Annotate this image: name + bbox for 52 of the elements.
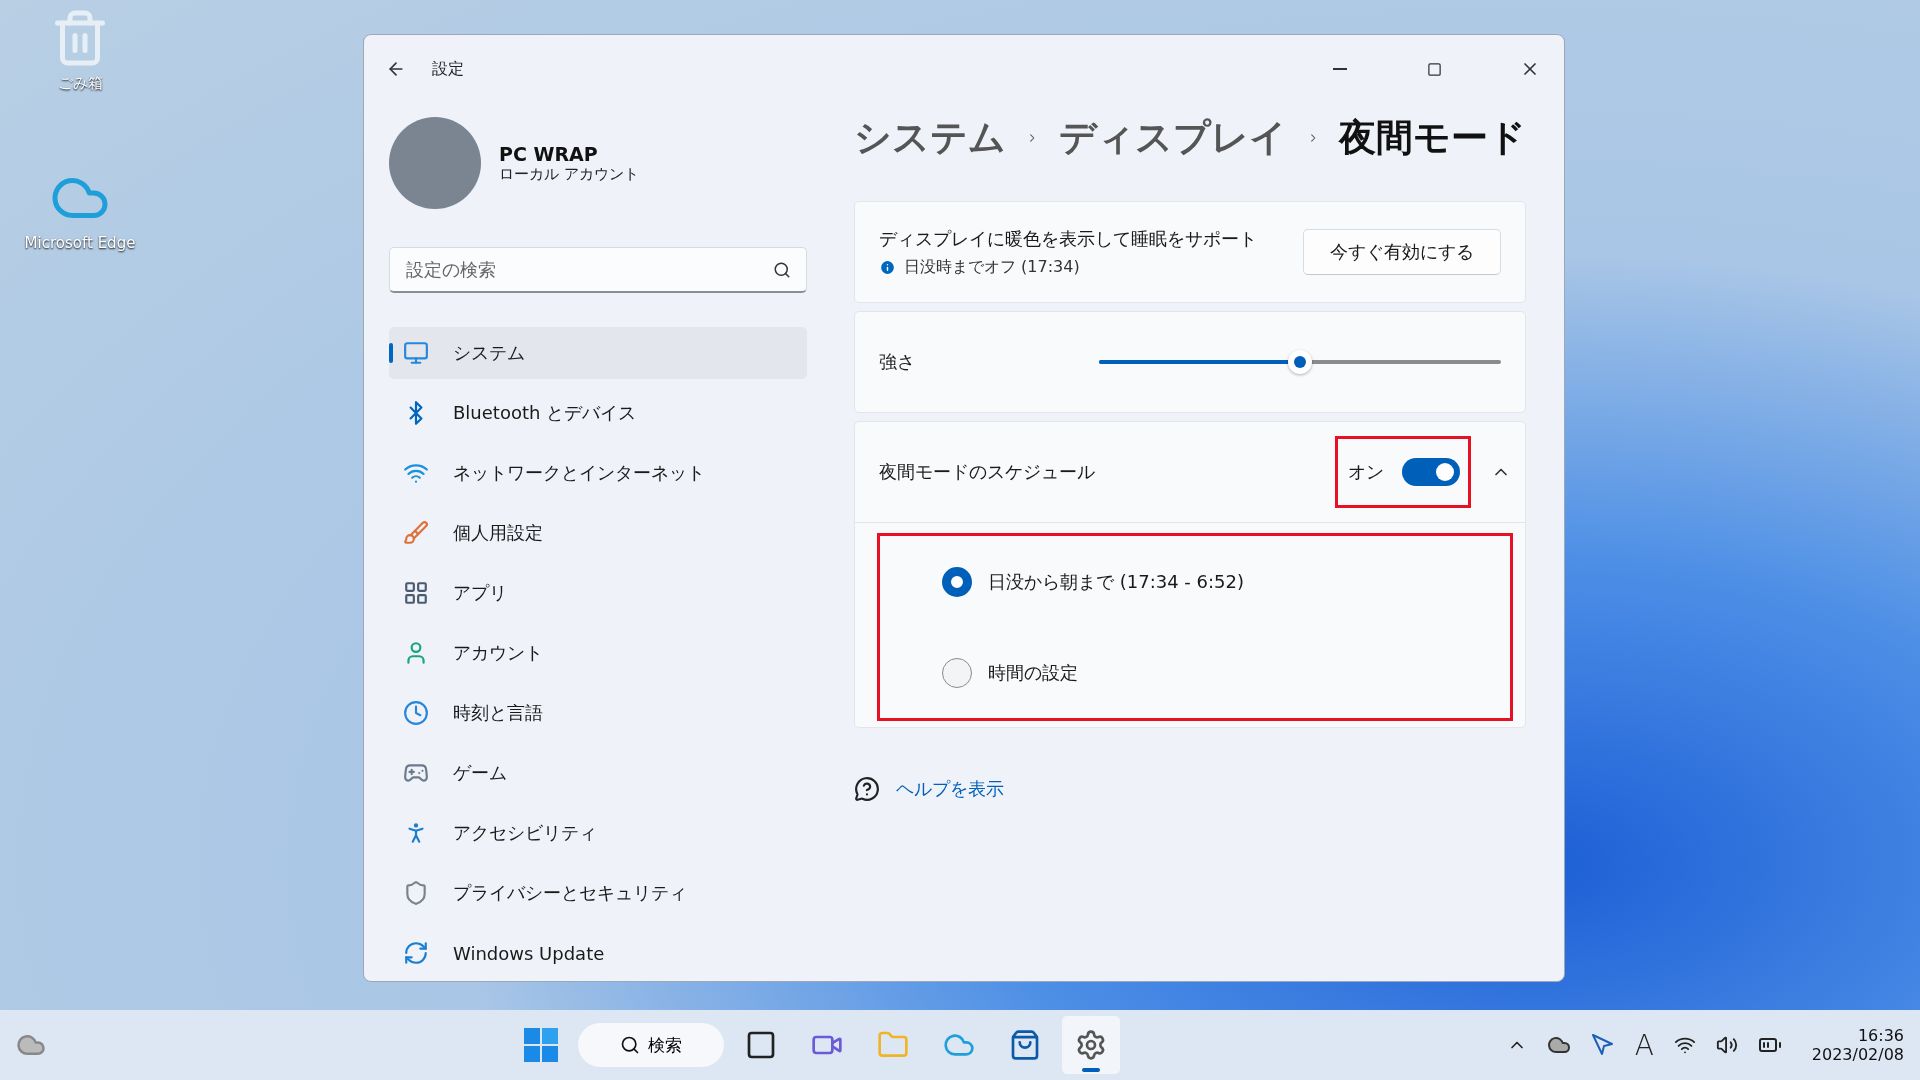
schedule-toggle[interactable]	[1402, 458, 1460, 486]
slider-thumb[interactable]	[1288, 350, 1312, 374]
sidebar-item[interactable]: アカウント	[389, 627, 807, 679]
search-icon	[773, 261, 791, 279]
minimize-icon	[1332, 68, 1347, 70]
apps-icon	[403, 580, 429, 606]
window-title: 設定	[432, 58, 465, 80]
personalize-icon	[403, 520, 429, 546]
radio-label[interactable]: 日没から朝まで (17:34 - 6:52)	[988, 569, 1244, 594]
card-title: ディスプレイに暖色を表示して睡眠をサポート	[879, 226, 1257, 251]
sidebar-item[interactable]: システム	[389, 327, 807, 379]
taskbar-app-button[interactable]	[1062, 1016, 1121, 1074]
taskbar-search-button[interactable]: 検索	[578, 1023, 725, 1067]
sidebar-item[interactable]: Windows Update	[389, 927, 807, 979]
windows-logo-icon	[524, 1028, 559, 1062]
info-icon	[879, 258, 896, 276]
search-field[interactable]: 設定の検索	[389, 247, 807, 293]
breadcrumb-item[interactable]: システム	[854, 113, 1006, 163]
volume-icon[interactable]	[1715, 1034, 1738, 1056]
sidebar-item[interactable]: アクセシビリティ	[389, 807, 807, 859]
clock-time[interactable]: 16:36	[1857, 1026, 1904, 1045]
help-icon	[854, 776, 880, 802]
sidebar-item[interactable]: 時刻と言語	[389, 687, 807, 739]
turn-on-now-button[interactable]: 今すぐ有効にする	[1303, 229, 1501, 275]
strength-slider[interactable]	[1099, 350, 1501, 374]
strength-label: 強さ	[879, 350, 915, 374]
radio-label[interactable]: 時間の設定	[988, 660, 1078, 685]
schedule-label: 夜間モードのスケジュール	[879, 460, 1095, 484]
sidebar-item[interactable]: プライバシーとセキュリティ	[389, 867, 807, 919]
radio-button[interactable]	[942, 566, 972, 597]
radio-button[interactable]	[942, 657, 972, 688]
toggle-state-label: オン	[1348, 460, 1384, 484]
sidebar-item[interactable]: 個人用設定	[389, 507, 807, 559]
profile-name: PC WRAP	[499, 142, 599, 165]
search-icon	[620, 1035, 641, 1055]
sidebar-item[interactable]: ネットワークとインターネット	[389, 447, 807, 499]
breadcrumb-item[interactable]: ディスプレイ	[1058, 113, 1287, 163]
account-type: ローカル アカウント	[499, 164, 639, 184]
sidebar-item[interactable]: Bluetooth とデバイス	[389, 387, 807, 439]
sidebar-item[interactable]: ゲーム	[389, 747, 807, 799]
privacy-icon	[403, 880, 429, 906]
time-icon	[403, 700, 429, 726]
location-icon[interactable]	[1590, 1033, 1615, 1057]
ime-indicator[interactable]: A	[1634, 1028, 1654, 1062]
clock-date[interactable]: 2023/02/08	[1811, 1045, 1904, 1064]
status-text: 日没時までオフ (17:34)	[904, 256, 1080, 278]
update-icon	[403, 940, 429, 966]
sidebar-item[interactable]: アプリ	[389, 567, 807, 619]
help-link[interactable]: ヘルプを表示	[896, 777, 1004, 801]
breadcrumb-item: 夜間モード	[1339, 115, 1526, 161]
maximize-icon	[1427, 61, 1442, 77]
system-icon	[403, 340, 429, 366]
